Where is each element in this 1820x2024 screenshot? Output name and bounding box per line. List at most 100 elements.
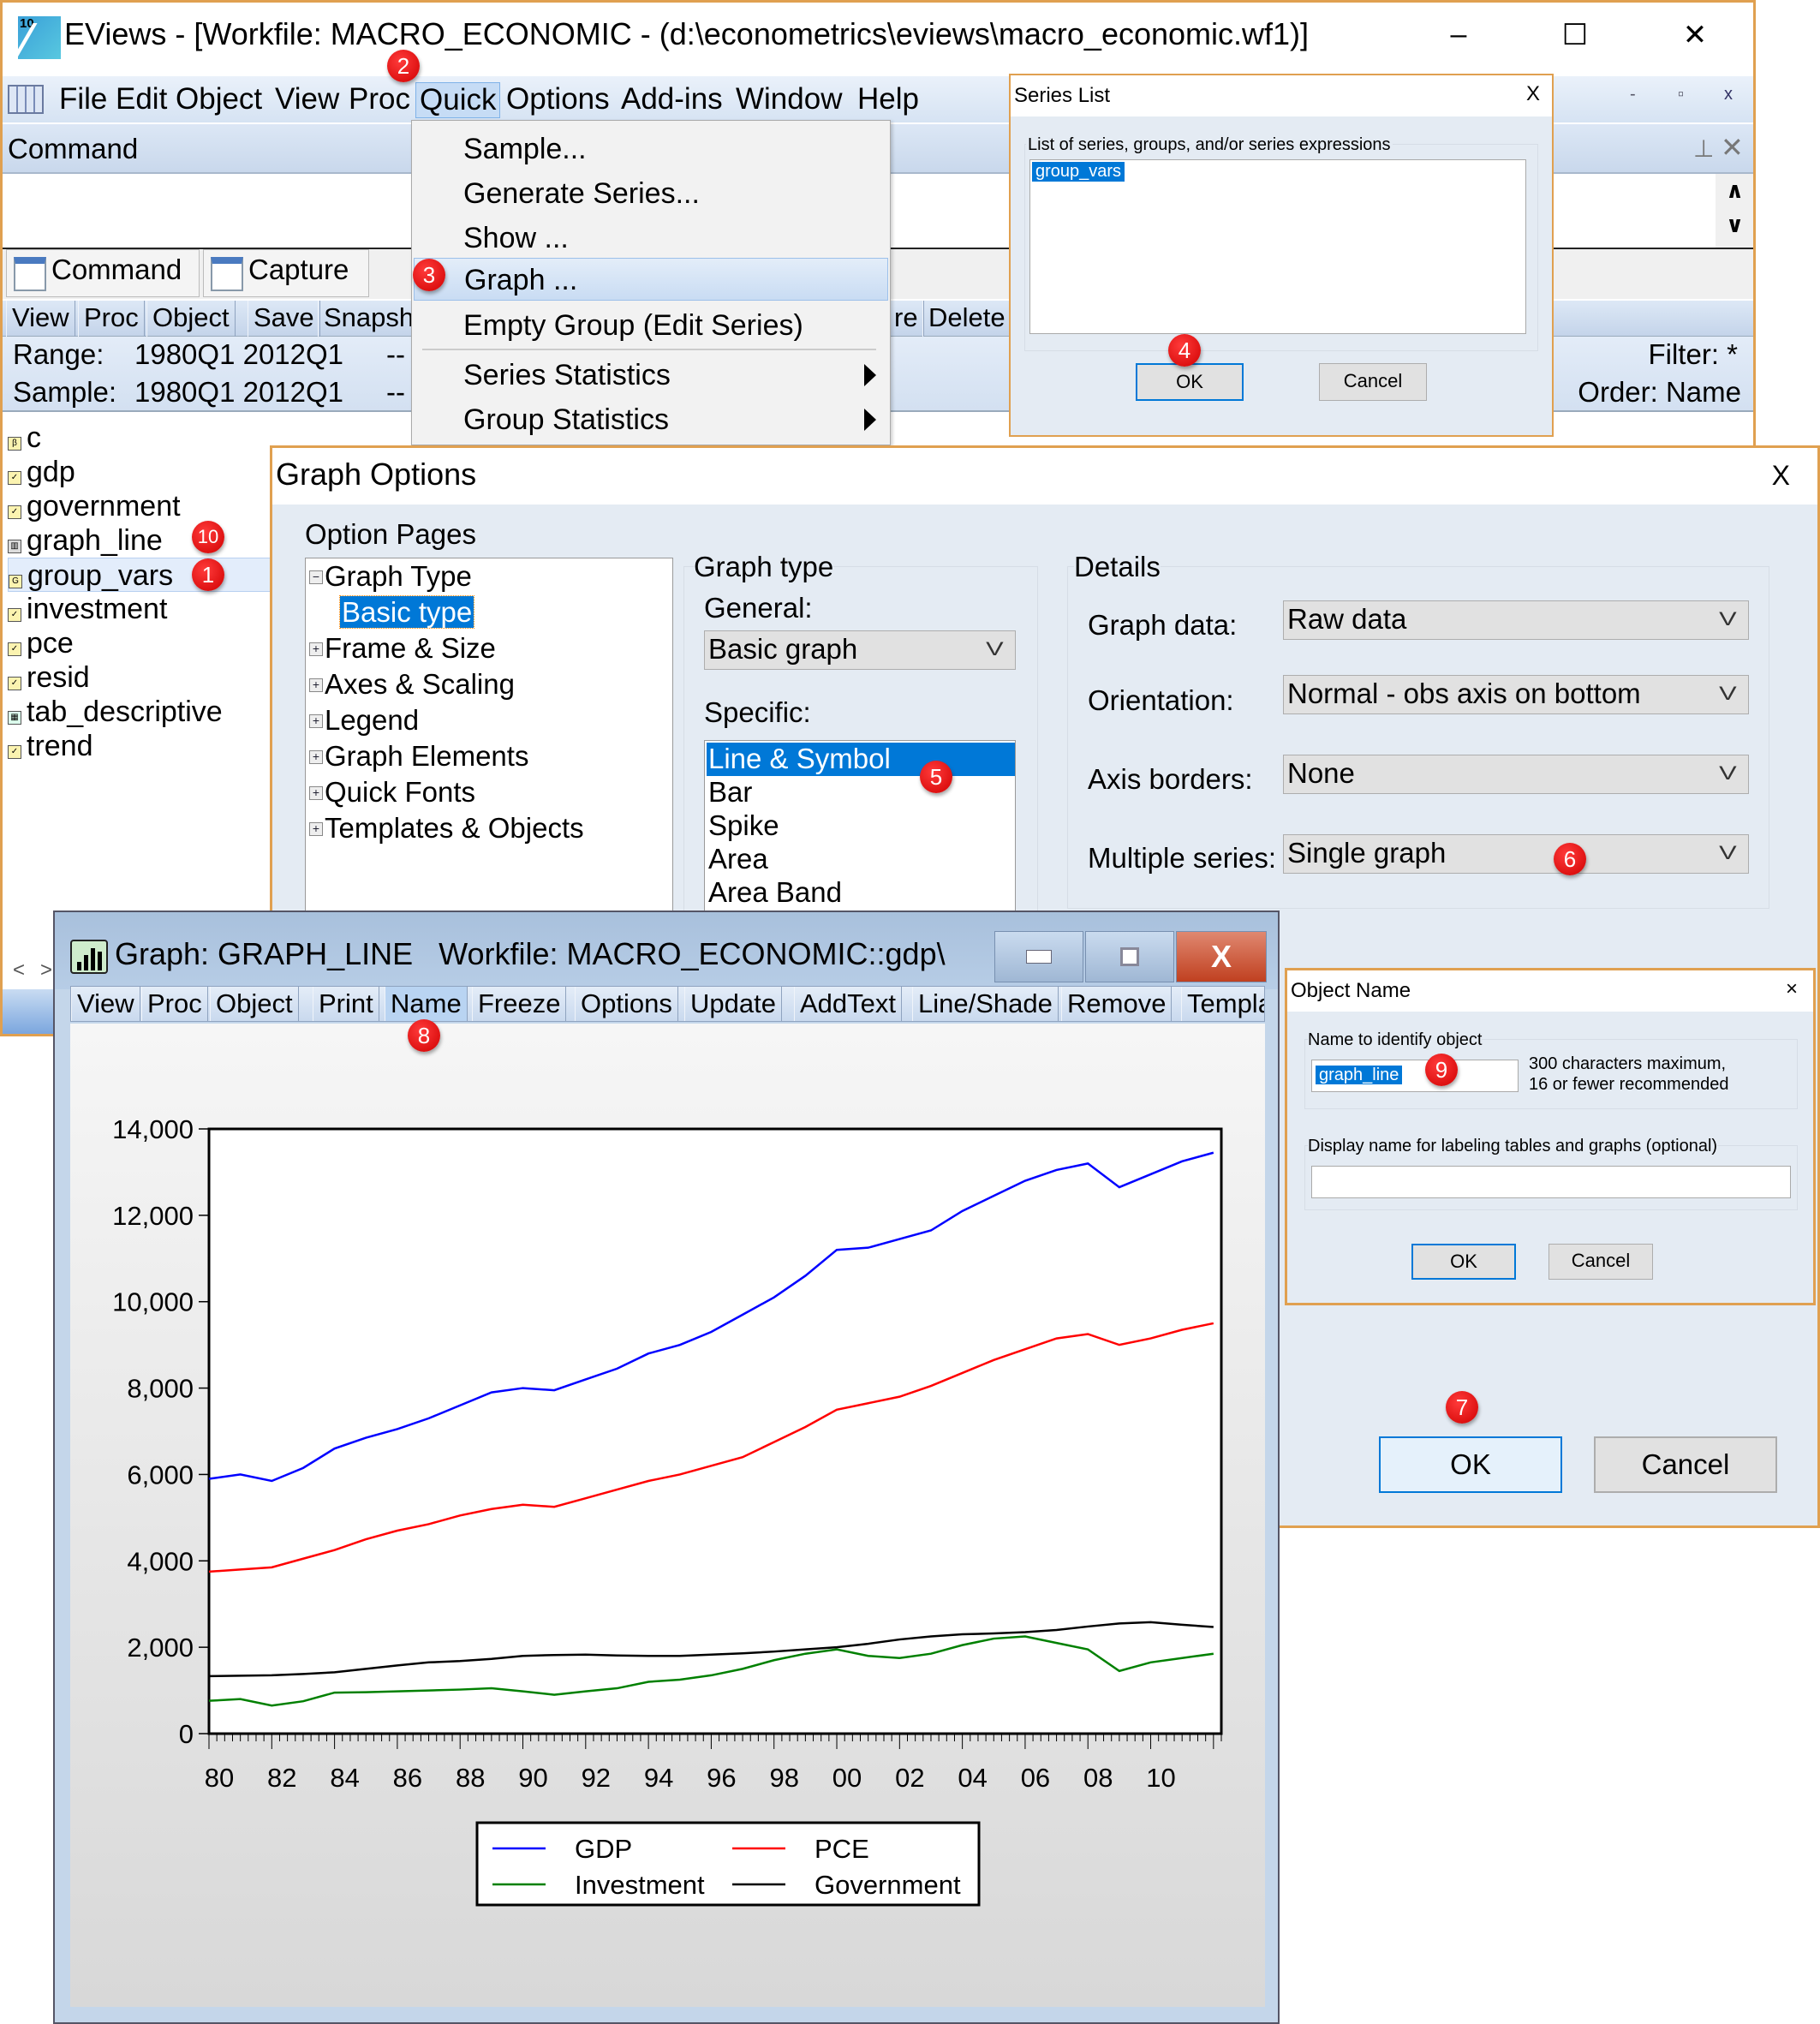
object-item-trend[interactable]: ✓ trend xyxy=(8,729,275,763)
object-name-ok-button[interactable]: OK xyxy=(1411,1244,1516,1280)
graph-freeze-button[interactable]: Freeze xyxy=(472,987,567,1021)
specific-item-bar[interactable]: Bar xyxy=(707,776,1015,809)
specific-item-spike[interactable]: Spike xyxy=(707,809,1015,843)
tree-item-frame-size[interactable]: + Frame & Size xyxy=(309,630,496,666)
wf-view-button[interactable]: View xyxy=(6,301,75,337)
expand-icon[interactable]: + xyxy=(309,642,323,656)
tab-capture[interactable]: Capture xyxy=(203,249,369,297)
menu-add-ins[interactable]: Add-ins xyxy=(618,82,726,118)
object-item-gdp[interactable]: ✓ gdp xyxy=(8,455,275,489)
specific-item-line-symbol[interactable]: Line & Symbol xyxy=(707,743,1015,776)
graph-minimize-button[interactable] xyxy=(994,931,1083,982)
wf-object-button[interactable]: Object xyxy=(146,301,236,337)
tree-item-basic-type[interactable]: Basic type xyxy=(338,594,475,630)
graph-object-button[interactable]: Object xyxy=(210,987,299,1021)
filter-label[interactable]: Filter: * xyxy=(1648,338,1738,371)
object-item-tab-descriptive[interactable]: ▦ tab_descriptive xyxy=(8,695,275,729)
graph-canvas[interactable]: 0 2,000 4,000 6,000 8,000 10,000 12,000 14,000 8… xyxy=(70,1024,1265,2007)
object-item-pce[interactable]: ✓ pce xyxy=(8,626,275,660)
wf-snapshot-button[interactable]: Snapsh xyxy=(318,301,421,337)
specific-listbox[interactable]: Line & Symbol Bar Spike Area Area Band xyxy=(704,740,1016,924)
specific-item-area-band[interactable]: Area Band xyxy=(707,876,1015,910)
close-button[interactable]: ✕ xyxy=(1669,18,1721,52)
menu-item-empty-group[interactable]: Empty Group (Edit Series) xyxy=(414,304,888,347)
menu-view[interactable]: View xyxy=(272,82,343,118)
graph-templates-button[interactable]: Templa xyxy=(1181,987,1264,1021)
menu-help[interactable]: Help xyxy=(854,82,922,118)
collapse-icon[interactable]: − xyxy=(309,570,323,584)
order-label[interactable]: Order: Name xyxy=(1578,376,1741,409)
menu-options[interactable]: Options xyxy=(503,82,613,118)
tree-item-graph-type[interactable]: − Graph Type xyxy=(309,558,472,594)
graph-restore-button[interactable] xyxy=(1085,931,1174,982)
scroll-up-icon[interactable]: ∧ xyxy=(1726,177,1744,204)
menu-edit[interactable]: Edit xyxy=(112,82,170,118)
wf-delete-button[interactable]: Delete xyxy=(922,301,1011,337)
graph-remove-button[interactable]: Remove xyxy=(1061,987,1173,1021)
tree-item-templates-objects[interactable]: + Templates & Objects xyxy=(309,810,584,846)
general-select[interactable]: Basic graph V xyxy=(704,630,1016,670)
menu-item-show[interactable]: Show ... xyxy=(414,217,888,260)
menu-object[interactable]: Object xyxy=(172,82,266,118)
pane-close-icon[interactable]: ✕ xyxy=(1721,131,1744,164)
object-name-input[interactable]: graph_line xyxy=(1311,1060,1519,1092)
expand-icon[interactable]: + xyxy=(309,786,323,800)
menu-item-generate-series[interactable]: Generate Series... xyxy=(414,172,888,215)
expand-icon[interactable]: + xyxy=(309,714,323,728)
menu-item-graph[interactable]: Graph ... xyxy=(414,258,888,301)
graph-name-button[interactable]: Name xyxy=(385,987,468,1021)
scroll-left-icon[interactable]: < xyxy=(13,958,25,982)
display-name-input[interactable] xyxy=(1311,1166,1791,1198)
range-value[interactable]: 1980Q1 2012Q1 xyxy=(134,338,343,371)
workfile-grid-icon[interactable] xyxy=(8,85,44,114)
minimize-button[interactable]: – xyxy=(1433,18,1484,51)
menu-item-group-statistics[interactable]: Group Statistics xyxy=(414,398,888,441)
tree-item-axes-scaling[interactable]: + Axes & Scaling xyxy=(309,666,515,702)
graph-update-button[interactable]: Update xyxy=(684,987,782,1021)
graph-options-ok-button[interactable]: OK xyxy=(1379,1436,1562,1493)
mdi-restore-button[interactable]: ▫ xyxy=(1678,85,1684,104)
object-name-close-button[interactable]: × xyxy=(1786,977,1798,1001)
maximize-button[interactable]: ☐ xyxy=(1549,18,1601,52)
object-item-group-vars[interactable]: Ggroup_vars xyxy=(8,558,275,592)
graph-view-button[interactable]: View xyxy=(71,987,140,1021)
series-list-cancel-button[interactable]: Cancel xyxy=(1319,363,1427,401)
object-name-cancel-button[interactable]: Cancel xyxy=(1548,1244,1653,1280)
wf-save-button[interactable]: Save xyxy=(248,301,320,337)
graph-options-button[interactable]: Options xyxy=(575,987,678,1021)
graph-close-button[interactable]: X xyxy=(1176,931,1267,982)
object-item-graph-line[interactable]: ▥ graph_line xyxy=(8,523,275,558)
menu-proc[interactable]: Proc xyxy=(345,82,414,118)
graph-print-button[interactable]: Print xyxy=(313,987,379,1021)
graph-options-close-button[interactable]: X xyxy=(1772,460,1790,492)
sample-value[interactable]: 1980Q1 2012Q1 xyxy=(134,376,343,409)
graph-proc-button[interactable]: Proc xyxy=(141,987,208,1021)
axis-borders-select[interactable]: None V xyxy=(1283,755,1749,794)
menu-item-sample[interactable]: Sample... xyxy=(414,128,888,170)
tab-command[interactable]: Command xyxy=(6,249,200,297)
series-list-input[interactable]: group_vars xyxy=(1029,159,1526,334)
tree-item-legend[interactable]: + Legend xyxy=(309,702,419,738)
scroll-down-icon[interactable]: ∨ xyxy=(1726,212,1744,238)
specific-item-area[interactable]: Area xyxy=(707,843,1015,876)
tree-item-graph-elements[interactable]: + Graph Elements xyxy=(309,738,528,774)
tree-item-quick-fonts[interactable]: + Quick Fonts xyxy=(309,774,475,810)
menu-file[interactable]: File xyxy=(56,82,110,118)
series-list-ok-button[interactable]: OK xyxy=(1136,363,1244,401)
command-scrollbar[interactable]: ∧ ∨ xyxy=(1716,174,1753,248)
object-item-c[interactable]: βc xyxy=(8,421,275,455)
expand-icon[interactable]: + xyxy=(309,678,323,692)
object-item-investment[interactable]: ✓ investment xyxy=(8,592,275,626)
menu-window[interactable]: Window xyxy=(732,82,845,118)
mdi-close-button[interactable]: x xyxy=(1724,85,1733,104)
menu-item-series-statistics[interactable]: Series Statistics xyxy=(414,354,888,397)
object-item-resid[interactable]: ✓ resid xyxy=(8,660,275,695)
wf-proc-button[interactable]: Proc xyxy=(78,301,145,337)
pin-icon[interactable]: ⊥ xyxy=(1693,134,1714,163)
scroll-right-icon[interactable]: > xyxy=(40,958,52,982)
orientation-select[interactable]: Normal - obs axis on bottom V xyxy=(1283,675,1749,714)
multiple-series-select[interactable]: Single graph V xyxy=(1283,834,1749,874)
graph-lineshade-button[interactable]: Line/Shade xyxy=(912,987,1059,1021)
expand-icon[interactable]: + xyxy=(309,750,323,764)
expand-icon[interactable]: + xyxy=(309,822,323,836)
